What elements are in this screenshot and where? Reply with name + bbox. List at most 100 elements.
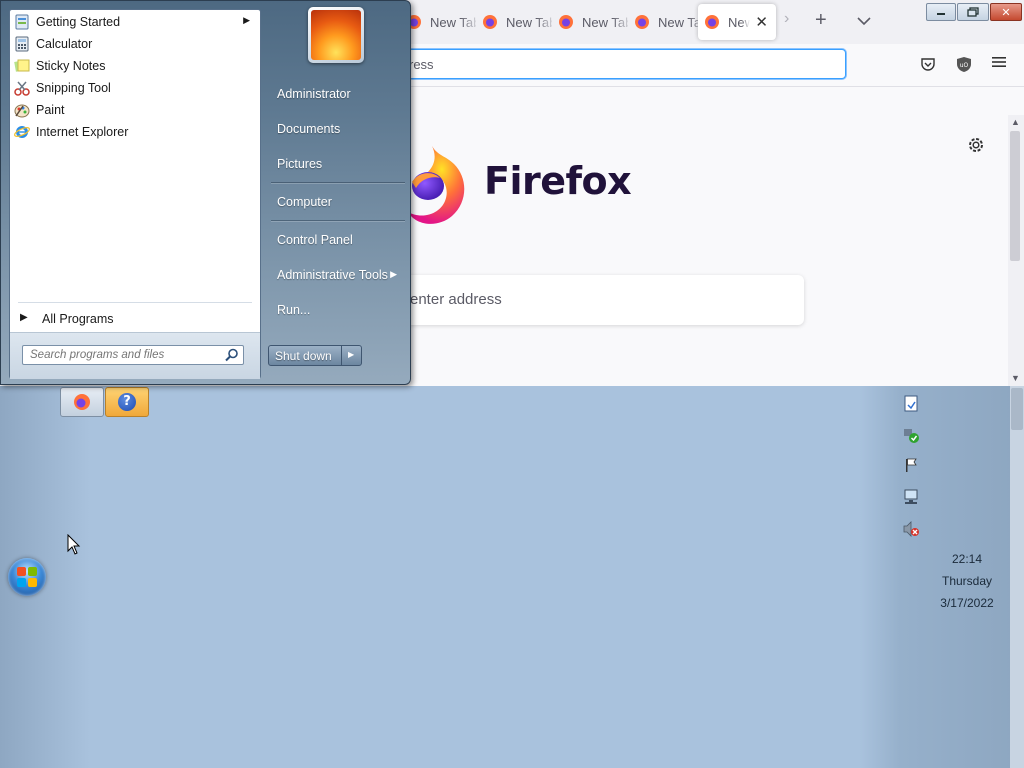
program-label: Paint [36,103,65,117]
svg-text:uO: uO [960,62,969,69]
start-item-administrative-tools[interactable]: Administrative Tools ▶ [269,260,407,288]
user-account-picture[interactable] [308,7,364,63]
gear-icon[interactable] [966,135,986,155]
firefox-tab-icon [635,15,649,29]
tab-close-icon[interactable]: ✕ [755,13,768,31]
scroll-down-icon[interactable]: ▼ [1011,373,1020,383]
start-search-box[interactable] [22,345,244,365]
program-calculator[interactable]: Calculator [10,33,256,55]
start-menu-programs-pane: Getting Started ▶ Calculator Sticky Note… [9,9,261,379]
address-bar[interactable]: ress [400,49,846,79]
snipping-tool-icon [14,81,30,96]
tab-new-tab-3[interactable]: New Tab [552,4,628,40]
flower-avatar-image [311,10,361,60]
tray-clock[interactable]: 22:14 Thursday 3/17/2022 [930,548,1004,614]
firefox-wordmark: Firefox [484,159,632,203]
help-icon: ? [118,393,136,411]
network-check-tray-icon[interactable] [902,426,920,444]
program-label: Internet Explorer [36,125,129,139]
firefox-logo-icon [408,146,465,224]
pocket-icon[interactable] [920,56,936,72]
taskbar-help-button[interactable]: ? [105,387,149,417]
scrollbar-thumb[interactable] [1010,131,1020,261]
restore-button[interactable] [957,3,989,21]
all-programs-button[interactable]: ▶ All Programs [18,310,248,328]
start-menu: Getting Started ▶ Calculator Sticky Note… [0,0,411,385]
start-item-label: Documents [277,122,341,136]
tab-scroll-right-icon[interactable]: › [784,10,789,28]
program-sticky-notes[interactable]: Sticky Notes [10,55,256,77]
start-item-pictures[interactable]: Pictures [269,149,407,177]
network-tray-icon[interactable] [902,488,920,506]
minimize-button[interactable] [926,3,956,21]
restore-icon [967,7,979,17]
start-item-administrator[interactable]: Administrator [269,79,407,107]
start-item-label: Run... [277,303,311,317]
programs-separator [18,302,252,303]
program-getting-started[interactable]: Getting Started ▶ [10,11,256,33]
program-internet-explorer[interactable]: Internet Explorer [10,121,256,143]
tab-new-tab-4[interactable]: New Tab [628,4,704,40]
newtab-search-placeholder: enter address [410,291,502,308]
submenu-arrow-icon: ▶ [243,15,250,25]
document-tray-icon[interactable] [902,394,920,412]
start-item-run[interactable]: Run... [269,295,407,323]
close-window-button[interactable]: ✕ [990,3,1022,21]
taskbar-scrollbar-thumb[interactable] [1011,388,1023,430]
windows-logo-icon-part [17,578,26,587]
start-item-documents[interactable]: Documents [269,114,407,142]
desktop: ? 22:14 Thursday 3/17/2022 [0,386,1024,768]
clock-time: 22:14 [951,552,983,566]
tab-new-tab-active[interactable]: New Tab ✕ [698,4,776,40]
program-paint[interactable]: Paint [10,99,256,121]
hamburger-menu-icon[interactable] [992,56,1006,68]
search-icon[interactable] [225,348,239,362]
page-scrollbar[interactable]: ▲ ▼ [1008,115,1024,386]
start-button[interactable] [8,558,46,596]
shut-down-label: Shut down [275,349,332,363]
tab-new-tab-2[interactable]: New Tab [476,4,552,40]
windows-logo-icon-part [28,567,37,576]
action-center-flag-icon[interactable] [902,456,920,474]
start-item-label: Control Panel [277,233,353,247]
firefox-tab-icon [483,15,497,29]
list-all-tabs-chevron-icon[interactable] [857,16,871,26]
close-icon: ✕ [1001,5,1011,19]
tab-label: New Tab [506,14,552,30]
shut-down-button[interactable]: Shut down ▶ [268,345,362,366]
clock-day: Thursday [941,574,993,588]
tab-new-tab-1[interactable]: New Tab [400,4,476,40]
start-search-area [10,332,260,379]
taskbar-firefox-button[interactable] [60,387,104,417]
calculator-icon [15,36,29,52]
paint-icon [14,104,30,118]
start-item-label: Administrator [277,87,351,101]
clock-date: 3/17/2022 [940,596,994,610]
getting-started-icon [15,14,29,30]
program-label: Sticky Notes [36,59,106,73]
start-item-computer[interactable]: Computer [269,187,407,215]
program-label: Getting Started [36,15,121,29]
tab-label: New Tab [582,14,628,30]
right-pane-separator [271,182,405,183]
tab-label: New Tab [430,14,476,30]
address-bar-text: ress [409,57,434,72]
start-item-label: Administrative Tools [277,268,388,282]
firefox-tab-icon [559,15,573,29]
volume-muted-icon[interactable] [902,520,920,538]
tab-label: New Tab [728,14,750,30]
ublock-origin-icon[interactable]: uO [956,56,972,73]
mouse-pointer-icon [67,534,81,555]
scroll-up-icon[interactable]: ▲ [1011,117,1020,127]
taskbar-scrollbar[interactable] [1010,386,1024,768]
program-snipping-tool[interactable]: Snipping Tool [10,77,256,99]
start-item-label: Computer [277,195,332,209]
new-tab-plus-icon[interactable]: + [815,9,827,32]
all-programs-label: All Programs [42,312,114,326]
firefox-taskbar-icon [74,394,90,410]
newtab-search-box[interactable]: enter address [400,275,804,325]
shut-down-options-arrow-icon[interactable]: ▶ [348,350,354,359]
start-item-control-panel[interactable]: Control Panel [269,225,407,253]
firefox-tab-icon [705,15,719,29]
search-input[interactable] [23,346,219,364]
